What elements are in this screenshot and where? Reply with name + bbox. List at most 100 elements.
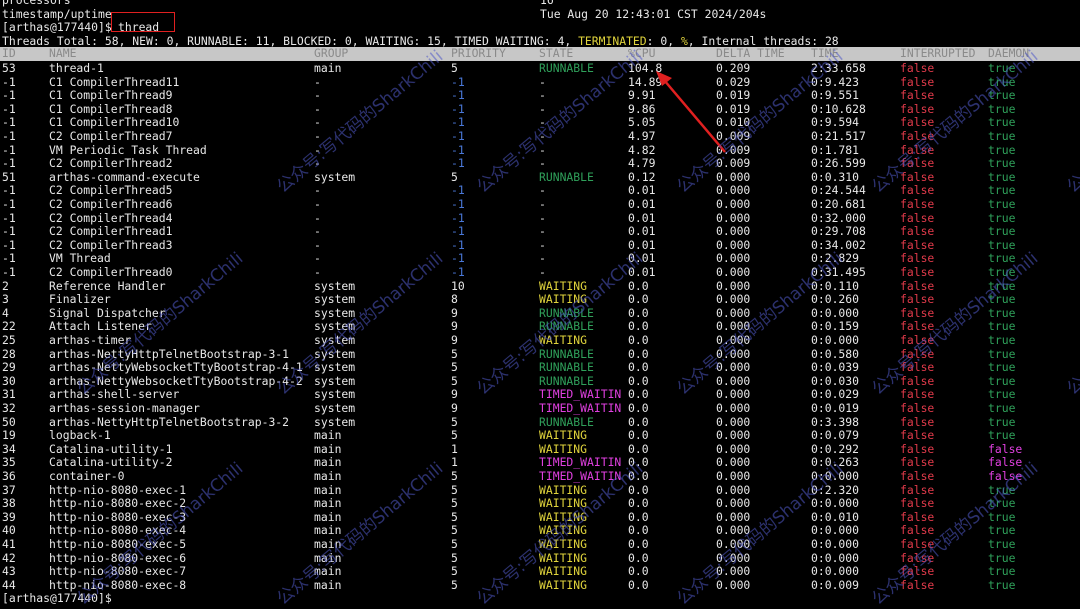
cell-name: Catalina-utility-1 <box>49 441 173 456</box>
cell-cpu: 0.0 <box>628 292 649 307</box>
cell-id: -1 <box>2 129 16 143</box>
cell-cpu: 4.79 <box>628 156 656 171</box>
cell-daemon: true <box>988 496 1016 511</box>
cell-cpu: 9.91 <box>628 88 656 103</box>
watermark-text: 公众号:写代码的SharkChili <box>868 46 1043 198</box>
watermark-text: 公众号:写代码的SharkChili <box>1063 46 1080 198</box>
summary-text: Threads Total: 58, NEW: 0, RUNNABLE: 11,… <box>2 34 839 49</box>
cell-id: 29 <box>2 360 16 375</box>
cell-delta-time: 0.000 <box>716 237 751 252</box>
cell-priority: 1 <box>451 455 458 470</box>
cell-group: - <box>314 197 321 211</box>
cell-id: -1 <box>2 237 16 252</box>
cell-name: arthas-command-execute <box>49 169 200 184</box>
cell-name: C1 CompilerThread10 <box>49 115 180 130</box>
cell-interrupted: false <box>900 142 935 157</box>
cell-time: 0:0.000 <box>811 333 860 347</box>
cell-interrupted: false <box>900 414 935 429</box>
cell-name: VM Thread <box>49 251 111 266</box>
cell-group: - <box>314 115 321 130</box>
cell-name: http-nio-8080-exec-5 <box>49 537 187 551</box>
cell-time: 0:0.263 <box>811 455 860 470</box>
cell-cpu: 0.0 <box>628 455 649 470</box>
cell-delta-time: 0.019 <box>716 88 751 103</box>
cell-state: WAITING <box>539 441 588 456</box>
cell-daemon: true <box>988 564 1016 579</box>
cell-interrupted: false <box>900 74 935 89</box>
cell-delta-time: 0.000 <box>716 428 751 443</box>
cell-name: C1 CompilerThread11 <box>49 74 180 89</box>
cell-name: C2 CompilerThread5 <box>49 183 173 198</box>
cell-cpu: 0.01 <box>628 210 656 225</box>
cell-daemon: true <box>988 509 1016 524</box>
cell-priority: 9 <box>451 387 458 402</box>
cell-delta-time: 0.019 <box>716 101 751 116</box>
cell-state: - <box>539 210 546 225</box>
cell-group: system <box>314 401 356 415</box>
cell-daemon: true <box>988 156 1016 171</box>
cell-state: TIMED_WAITIN <box>539 469 622 483</box>
cell-id: 40 <box>2 523 16 538</box>
cell-state: WAITING <box>539 482 588 497</box>
cell-state: TIMED_WAITIN <box>539 401 622 415</box>
cell-id: -1 <box>2 142 16 157</box>
cell-daemon: true <box>988 550 1016 565</box>
cell-name: Reference Handler <box>49 278 166 293</box>
cell-time: 0:26.599 <box>811 156 866 171</box>
cell-priority: -1 <box>451 74 465 89</box>
cell-name: C2 CompilerThread4 <box>49 210 173 225</box>
cell-interrupted: false <box>900 305 935 320</box>
cell-daemon: true <box>988 224 1016 239</box>
cell-state: - <box>539 74 546 89</box>
cell-group: - <box>314 88 321 103</box>
cell-daemon: false <box>988 455 1023 470</box>
cell-id: 43 <box>2 564 16 579</box>
cell-group: - <box>314 156 321 171</box>
info-value: Tue Aug 20 12:43:01 CST 2024/204s <box>540 6 767 21</box>
cell-group: - <box>314 101 321 116</box>
cell-cpu: 0.0 <box>628 469 649 483</box>
cell-interrupted: false <box>900 455 935 470</box>
cell-priority: 9 <box>451 401 458 415</box>
cell-name: thread-1 <box>49 61 104 75</box>
cell-name: http-nio-8080-exec-3 <box>49 509 187 524</box>
cell-daemon: true <box>988 237 1016 252</box>
cell-delta-time: 0.000 <box>716 564 751 579</box>
cell-group: main <box>314 564 342 579</box>
cell-interrupted: false <box>900 428 935 443</box>
watermark-text: 公众号:写代码的SharkChili <box>273 458 448 609</box>
cell-cpu: 0.01 <box>628 183 656 198</box>
cell-delta-time: 0.000 <box>716 496 751 511</box>
cell-group: - <box>314 224 321 239</box>
cell-delta-time: 0.000 <box>716 278 751 293</box>
cell-time: 0:0.000 <box>811 537 860 551</box>
cell-cpu: 0.0 <box>628 387 649 402</box>
cell-delta-time: 0.000 <box>716 292 751 307</box>
cell-time: 0:29.708 <box>811 224 866 239</box>
cell-group: - <box>314 265 321 279</box>
cell-group: main <box>314 482 342 497</box>
cell-delta-time: 0.209 <box>716 61 751 75</box>
cell-interrupted: false <box>900 278 935 293</box>
cell-delta-time: 0.000 <box>716 210 751 225</box>
cell-id: 39 <box>2 509 16 524</box>
cell-time: 2:33.658 <box>811 61 866 75</box>
cell-group: - <box>314 74 321 89</box>
cell-interrupted: false <box>900 401 935 415</box>
cell-state: WAITING <box>539 509 588 524</box>
cell-name: C2 CompilerThread0 <box>49 265 173 279</box>
cell-time: 0:0.000 <box>811 564 860 579</box>
cell-id: 19 <box>2 428 16 443</box>
cell-interrupted: false <box>900 224 935 239</box>
cell-priority: -1 <box>451 251 465 266</box>
cell-time: 0:21.517 <box>811 129 866 143</box>
cell-interrupted: false <box>900 441 935 456</box>
cell-group: main <box>314 441 342 456</box>
trailing-prompt[interactable]: [arthas@177440]$ <box>2 592 112 606</box>
cell-state: - <box>539 224 546 239</box>
cell-state: TIMED_WAITIN <box>539 455 622 470</box>
cell-cpu: 4.82 <box>628 142 656 157</box>
cell-interrupted: false <box>900 387 935 402</box>
watermark-text: 公众号:写代码的SharkChili <box>273 46 448 198</box>
cell-name: Signal Dispatcher <box>49 305 166 320</box>
